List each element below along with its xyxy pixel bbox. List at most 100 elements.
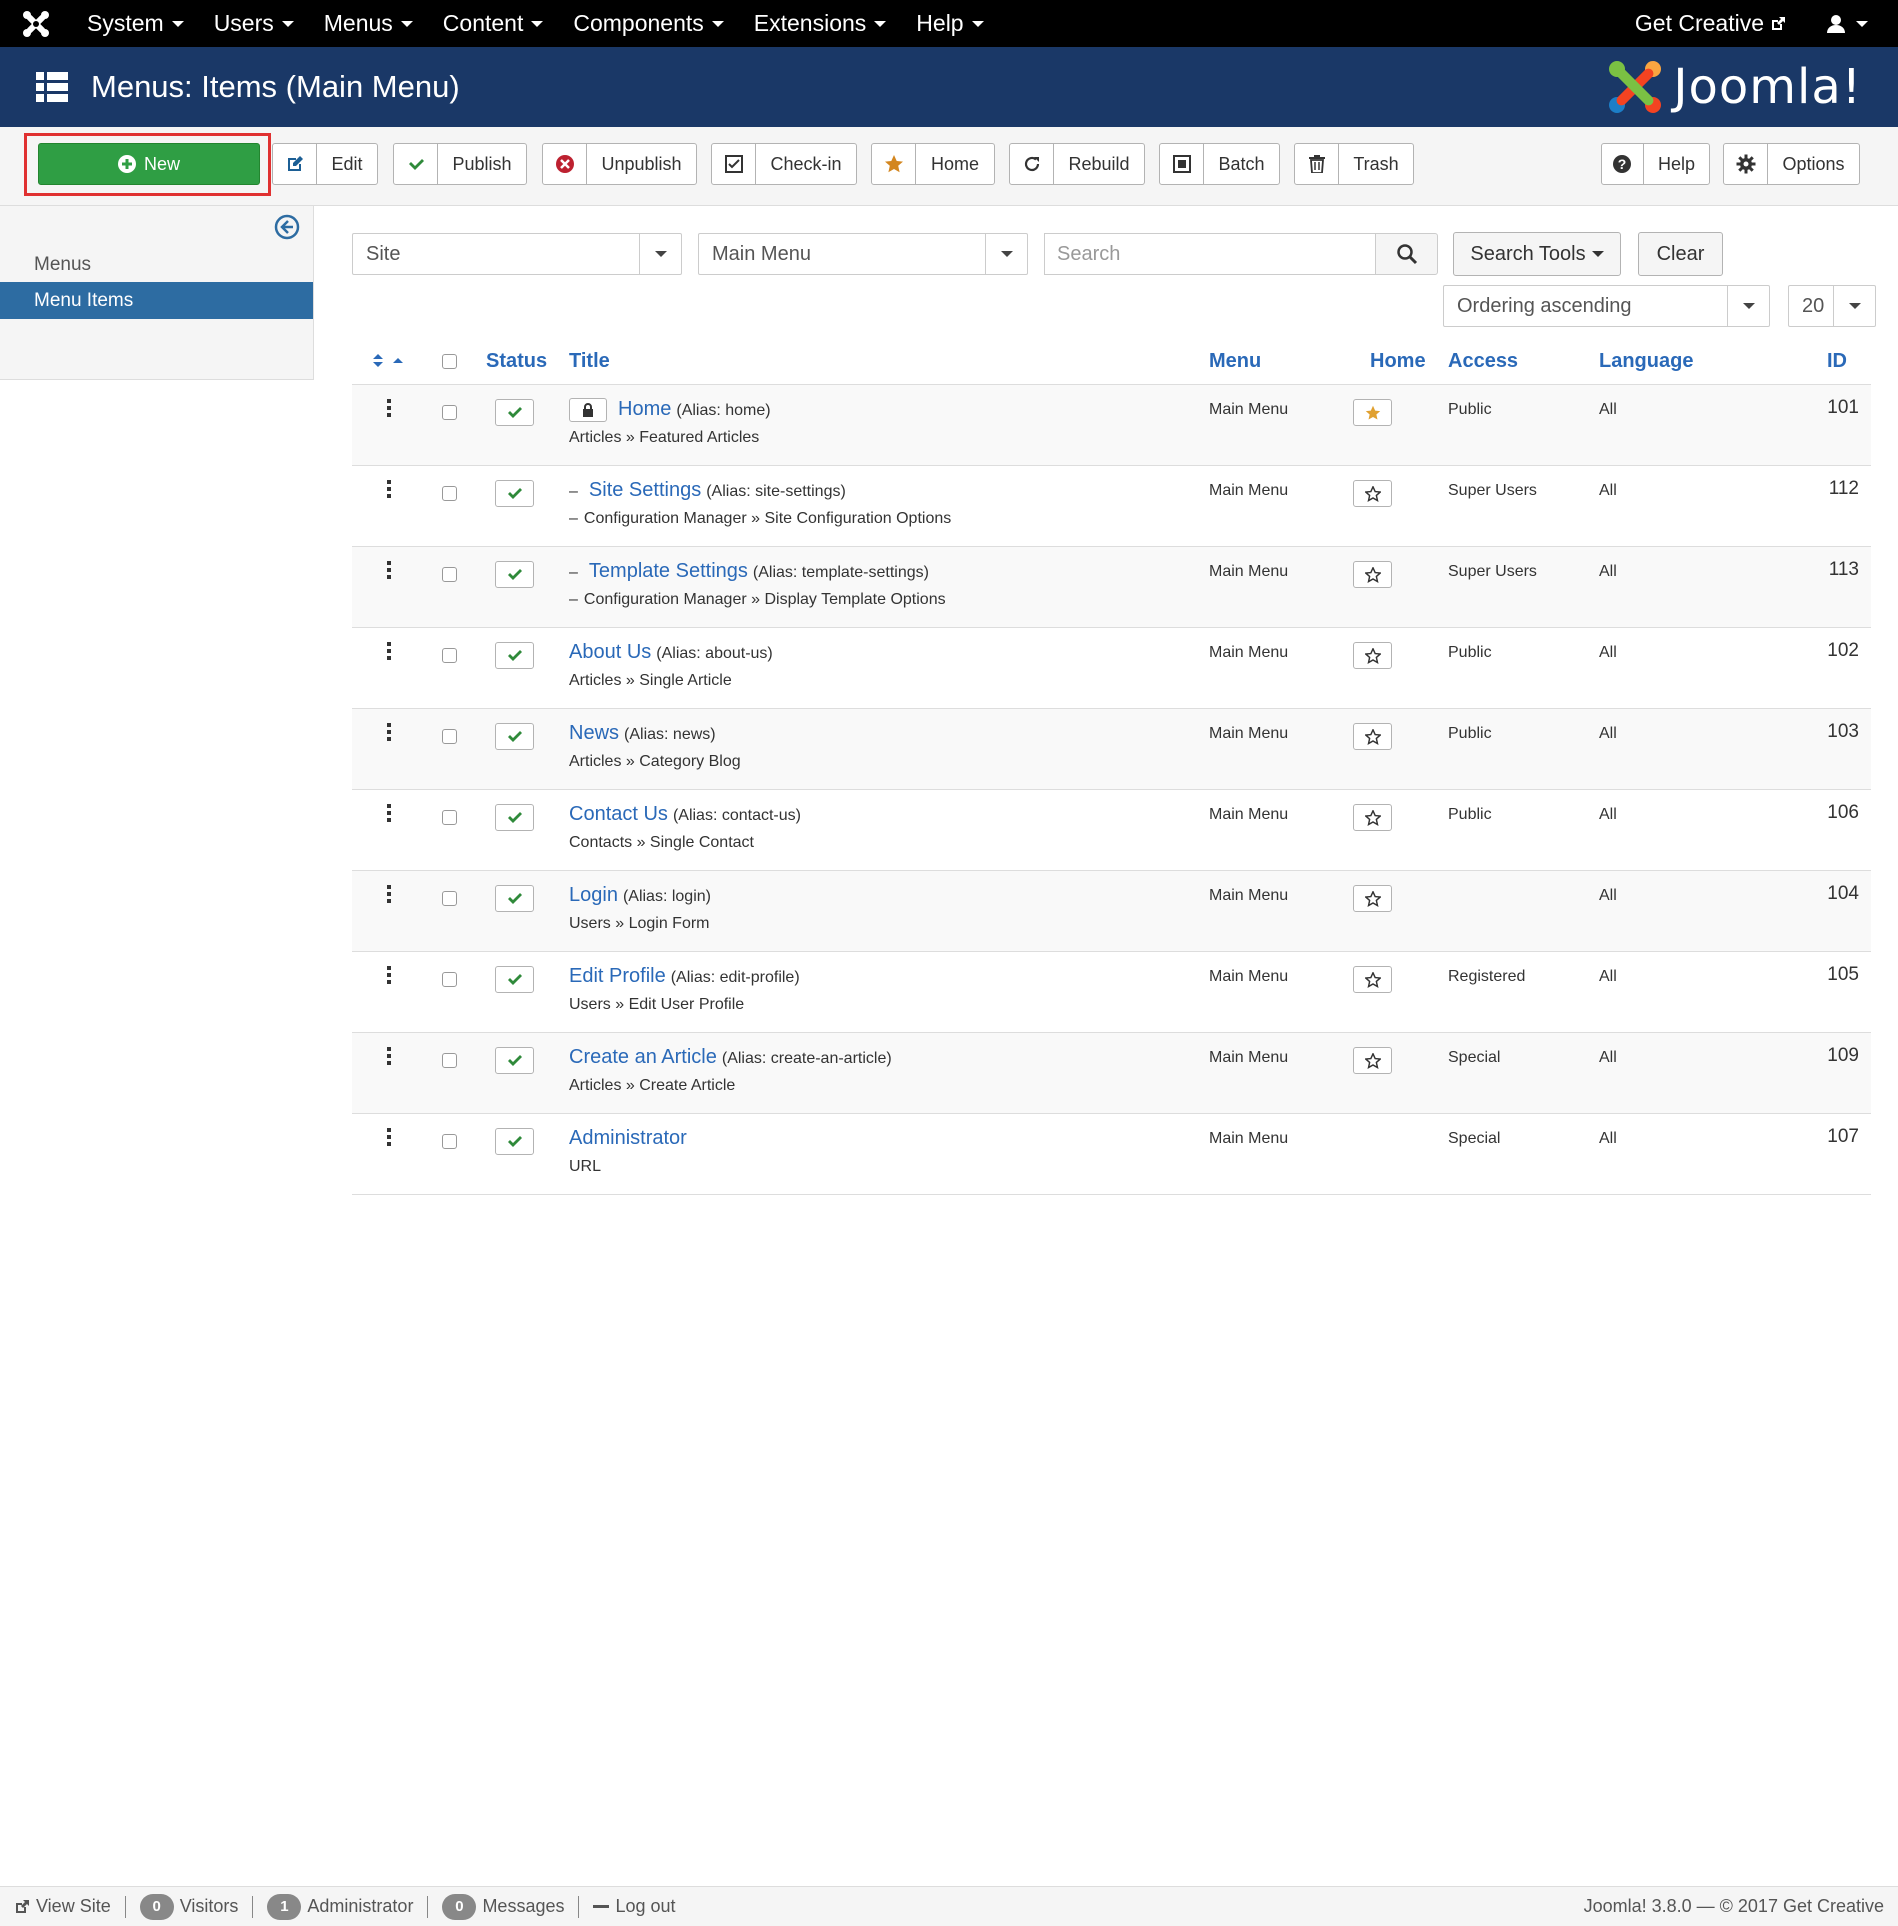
sidebar-item-menu-items[interactable]: Menu Items (0, 282, 313, 319)
edit-button[interactable]: Edit (272, 143, 378, 185)
drag-handle-icon[interactable] (386, 885, 392, 910)
sidebar-toggle-icon[interactable] (274, 214, 300, 245)
batch-button[interactable]: Batch (1159, 143, 1280, 185)
publish-button[interactable]: Publish (393, 143, 527, 185)
row-checkbox[interactable] (442, 972, 457, 987)
get-creative-link[interactable]: Get Creative (1635, 10, 1826, 37)
drag-handle-icon[interactable] (386, 561, 392, 586)
trash-button[interactable]: Trash (1294, 143, 1414, 185)
new-button[interactable]: New (38, 143, 260, 185)
help-button[interactable]: ? Help (1601, 143, 1710, 185)
published-toggle[interactable] (495, 480, 534, 507)
home-default-toggle[interactable] (1353, 885, 1392, 912)
row-checkbox[interactable] (442, 567, 457, 582)
menu-users[interactable]: Users (199, 0, 309, 47)
joomla-logo-icon[interactable] (0, 0, 72, 47)
rebuild-button[interactable]: Rebuild (1009, 143, 1145, 185)
published-toggle[interactable] (495, 723, 534, 750)
drag-handle-icon[interactable] (386, 480, 392, 505)
home-default-toggle[interactable] (1353, 1047, 1392, 1074)
published-toggle[interactable] (495, 885, 534, 912)
unpublish-button[interactable]: Unpublish (542, 143, 697, 185)
menu-content[interactable]: Content (428, 0, 559, 47)
menu-help[interactable]: Help (901, 0, 998, 47)
drag-handle-icon[interactable] (386, 1128, 392, 1153)
star-filled-icon (1365, 405, 1380, 420)
logout-link[interactable]: Log out (579, 1896, 689, 1917)
item-title-link[interactable]: Home (618, 398, 671, 421)
row-checkbox[interactable] (442, 729, 457, 744)
row-checkbox[interactable] (442, 1134, 457, 1149)
row-checkbox[interactable] (442, 1053, 457, 1068)
published-toggle[interactable] (495, 1047, 534, 1074)
drag-handle-icon[interactable] (386, 1047, 392, 1072)
home-default-toggle[interactable] (1353, 723, 1392, 750)
drag-handle-icon[interactable] (386, 966, 392, 991)
col-access[interactable]: Access (1448, 350, 1518, 373)
published-toggle[interactable] (495, 561, 534, 588)
visitors-link[interactable]: 0 Visitors (126, 1893, 253, 1920)
administrators-link[interactable]: 1 Administrator (253, 1893, 427, 1920)
row-checkbox[interactable] (442, 648, 457, 663)
col-title[interactable]: Title (569, 350, 610, 373)
search-input[interactable] (1044, 233, 1376, 275)
item-type: – Configuration Manager » Site Configurat… (569, 510, 952, 527)
item-title-link[interactable]: Administrator (569, 1127, 687, 1150)
messages-link[interactable]: 0 Messages (428, 1893, 578, 1920)
checked-out-lock-icon[interactable] (569, 398, 607, 422)
published-toggle[interactable] (495, 642, 534, 669)
item-title-link[interactable]: Site Settings (589, 479, 701, 502)
row-checkbox[interactable] (442, 891, 457, 906)
menu-extensions[interactable]: Extensions (739, 0, 902, 47)
published-toggle[interactable] (495, 966, 534, 993)
item-alias: (Alias: about-us) (656, 645, 773, 662)
col-status[interactable]: Status (486, 350, 547, 373)
drag-handle-icon[interactable] (386, 642, 392, 667)
col-home[interactable]: Home (1370, 350, 1426, 373)
user-menu[interactable] (1826, 14, 1898, 34)
limit-select[interactable]: 20 (1788, 285, 1876, 327)
menu-components[interactable]: Components (558, 0, 738, 47)
minus-icon (593, 1904, 610, 1908)
row-checkbox[interactable] (442, 486, 457, 501)
col-menu[interactable]: Menu (1209, 350, 1261, 373)
published-toggle[interactable] (495, 1128, 534, 1155)
sidebar-item-menus[interactable]: Menus (0, 246, 313, 283)
menu-menus[interactable]: Menus (309, 0, 428, 47)
item-title-link[interactable]: Edit Profile (569, 965, 666, 988)
row-checkbox[interactable] (442, 810, 457, 825)
home-default-toggle[interactable] (1353, 561, 1392, 588)
item-title-link[interactable]: About Us (569, 641, 651, 664)
view-site-link[interactable]: View Site (0, 1896, 125, 1917)
drag-handle-icon[interactable] (386, 399, 392, 424)
home-default-toggle[interactable] (1353, 399, 1392, 426)
home-default-toggle[interactable] (1353, 480, 1392, 507)
home-button[interactable]: Home (871, 143, 995, 185)
col-language[interactable]: Language (1599, 350, 1693, 373)
drag-handle-icon[interactable] (386, 804, 392, 829)
ordering-select[interactable]: Ordering ascending (1443, 285, 1770, 327)
home-default-toggle[interactable] (1353, 642, 1392, 669)
options-button[interactable]: Options (1723, 143, 1860, 185)
search-tools-button[interactable]: Search Tools (1453, 232, 1621, 276)
clear-button[interactable]: Clear (1638, 232, 1723, 276)
menu-select[interactable]: Main Menu (698, 233, 1028, 275)
col-id[interactable]: ID (1827, 350, 1847, 373)
item-title-link[interactable]: Template Settings (589, 560, 748, 583)
sort-icon[interactable] (371, 352, 405, 375)
menu-system[interactable]: System (72, 0, 199, 47)
checkin-button[interactable]: Check-in (711, 143, 857, 185)
home-default-toggle[interactable] (1353, 966, 1392, 993)
item-title-link[interactable]: Create an Article (569, 1046, 717, 1069)
drag-handle-icon[interactable] (386, 723, 392, 748)
row-checkbox[interactable] (442, 405, 457, 420)
client-select[interactable]: Site (352, 233, 682, 275)
item-title-link[interactable]: Login (569, 884, 618, 907)
item-title-link[interactable]: News (569, 722, 619, 745)
select-all-checkbox[interactable] (442, 354, 457, 369)
published-toggle[interactable] (495, 804, 534, 831)
item-title-link[interactable]: Contact Us (569, 803, 668, 826)
published-toggle[interactable] (495, 399, 534, 426)
home-default-toggle[interactable] (1353, 804, 1392, 831)
search-button[interactable] (1375, 233, 1438, 275)
